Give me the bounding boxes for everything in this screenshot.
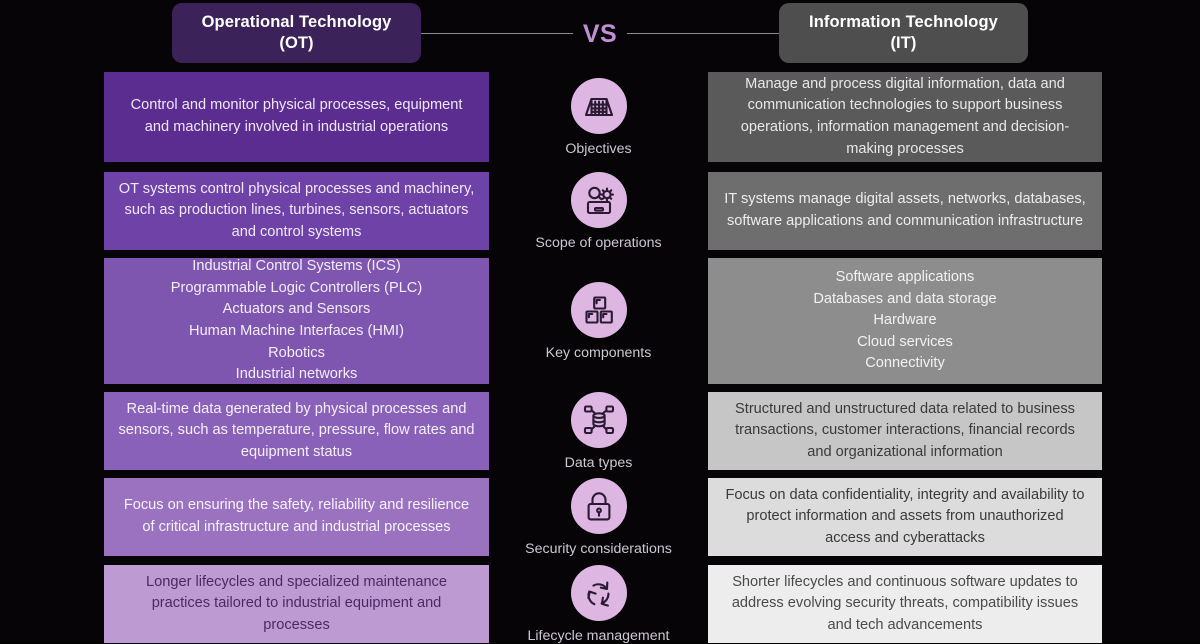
stacked-boxes-icon (570, 281, 627, 338)
connector-line-right (627, 33, 779, 34)
ot-cell: Control and monitor physical processes, … (104, 72, 489, 162)
ot-list-item: Programmable Logic Controllers (PLC) (170, 279, 423, 296)
ot-cell: Longer lifecycles and specialized mainte… (104, 565, 489, 643)
ot-cell: Focus on ensuring the safety, reliabilit… (104, 478, 489, 556)
category-marker: Data types (489, 391, 708, 471)
category-label: Lifecycle management (527, 627, 670, 644)
header-ot-line1: Operational Technology (201, 13, 392, 32)
category-label: Security considerations (525, 540, 672, 557)
comparison-row: Longer lifecycles and specialized mainte… (0, 564, 1200, 644)
it-cell: Manage and process digital information, … (708, 72, 1102, 162)
it-cell-text: Shorter lifecycles and continuous softwa… (731, 573, 1079, 633)
recycle-arrows-icon (570, 564, 627, 621)
header-it-line1: Information Technology (809, 13, 998, 32)
it-list-item: Software applications (835, 269, 975, 286)
ot-list-item: Actuators and Sensors (222, 301, 371, 318)
it-list-item: Databases and data storage (813, 290, 997, 307)
category-label: Key components (545, 344, 652, 361)
goal-net-icon (570, 77, 627, 134)
ot-cell: OT systems control physical processes an… (104, 172, 489, 250)
padlock-icon (570, 477, 627, 534)
ot-cell-text: Longer lifecycles and specialized mainte… (146, 573, 447, 633)
it-cell: Software applications Databases and data … (708, 258, 1102, 384)
ot-cell: Real-time data generated by physical pro… (104, 392, 489, 470)
it-cell: Shorter lifecycles and continuous softwa… (708, 565, 1102, 643)
header-box-it: Information Technology (IT) (779, 3, 1028, 63)
ot-cell-text: Focus on ensuring the safety, reliabilit… (123, 497, 470, 535)
comparison-row: Control and monitor physical processes, … (0, 72, 1200, 162)
connector-line-left (421, 33, 573, 34)
category-label: Scope of operations (535, 234, 662, 251)
category-marker: Security considerations (489, 477, 708, 557)
it-list-item: Connectivity (865, 355, 945, 372)
comparison-row: Focus on ensuring the safety, reliabilit… (0, 477, 1200, 557)
it-cell-text: Manage and process digital information, … (740, 75, 1070, 157)
category-label: Data types (564, 454, 633, 471)
ot-list-item: Robotics (268, 344, 325, 361)
it-cell: IT systems manage digital assets, networ… (708, 172, 1102, 250)
comparison-header: Operational Technology (OT) VS Informati… (0, 0, 1200, 66)
ot-cell-text: Real-time data generated by physical pro… (118, 400, 475, 460)
category-marker: Scope of operations (489, 171, 708, 251)
infographic-canvas: Operational Technology (OT) VS Informati… (0, 0, 1200, 644)
vs-label: VS (582, 20, 618, 48)
it-cell: Structured and unstructured data related… (708, 392, 1102, 470)
it-cell-text: Structured and unstructured data related… (735, 400, 1075, 460)
category-marker: Lifecycle management (489, 564, 708, 644)
comparison-row: OT systems control physical processes an… (0, 171, 1200, 251)
header-it-line2: (IT) (890, 34, 917, 52)
category-marker: Key components (489, 258, 708, 384)
scope-magnifier-gear-icon (570, 171, 627, 228)
category-label: Objectives (565, 140, 632, 157)
ot-list-item: Industrial networks (235, 366, 358, 383)
ot-cell-text: Control and monitor physical processes, … (130, 97, 463, 135)
ot-list-item: Human Machine Interfaces (HMI) (189, 323, 404, 339)
data-network-icon (570, 391, 627, 448)
comparison-row: Industrial Control Systems (ICS) Programm… (0, 258, 1200, 384)
ot-cell: Industrial Control Systems (ICS) Programm… (104, 258, 489, 384)
it-list-item: Cloud services (857, 333, 953, 350)
it-cell-text: IT systems manage digital assets, networ… (724, 191, 1086, 229)
ot-cell-text: OT systems control physical processes an… (118, 180, 475, 240)
it-cell: Focus on data confidentiality, integrity… (708, 478, 1102, 556)
category-marker: Objectives (489, 72, 708, 162)
ot-list-item: Industrial Control Systems (ICS) (192, 258, 401, 275)
comparison-row: Real-time data generated by physical pro… (0, 391, 1200, 471)
it-cell-text: Focus on data confidentiality, integrity… (725, 486, 1085, 546)
header-ot-line2: (OT) (279, 34, 314, 52)
header-box-ot: Operational Technology (OT) (172, 3, 421, 63)
it-list-item: Hardware (873, 312, 937, 329)
